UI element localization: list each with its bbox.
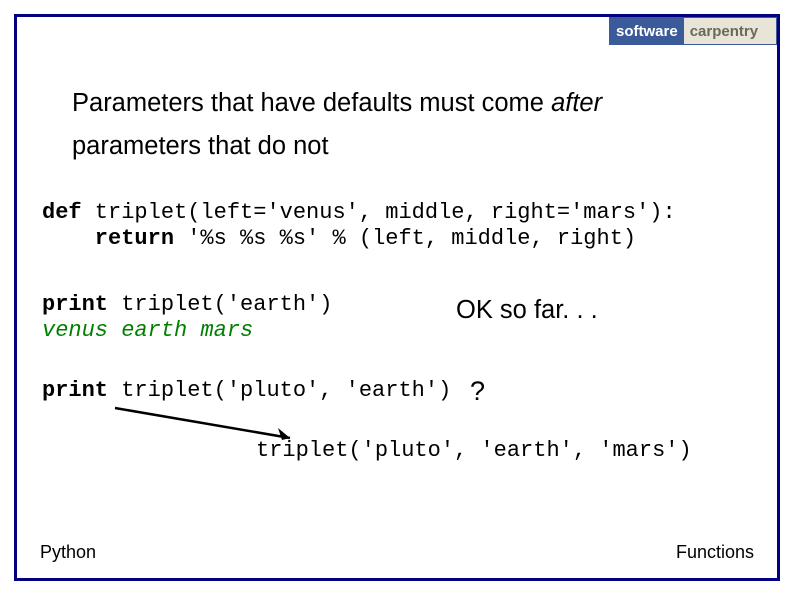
code-def-block: def triplet(left='venus', middle, right=… xyxy=(42,200,676,252)
logo-left-text: software xyxy=(610,18,684,44)
return-rest: '%s %s %s' % (left, middle, right) xyxy=(174,226,636,251)
software-carpentry-logo: software carpentry xyxy=(609,17,777,45)
heading-italic: after xyxy=(551,89,602,117)
footer-right: Functions xyxy=(676,542,754,563)
ok-annotation: OK so far. . . xyxy=(456,296,598,325)
code-print1-block: print triplet('earth') venus earth mars xyxy=(42,292,332,344)
heading-part2: parameters that do not xyxy=(72,132,329,160)
logo-right-text: carpentry xyxy=(684,18,776,44)
print1-keyword: print xyxy=(42,292,108,317)
code-triplet-call: triplet('pluto', 'earth', 'mars') xyxy=(256,438,692,464)
return-keyword: return xyxy=(42,226,174,251)
footer-left: Python xyxy=(40,542,96,563)
print1-rest: triplet('earth') xyxy=(108,292,332,317)
output1: venus earth mars xyxy=(42,318,253,343)
heading-part1: Parameters that have defaults must come xyxy=(72,89,551,117)
slide-heading: Parameters that have defaults must come … xyxy=(72,82,754,169)
question-mark: ? xyxy=(470,376,485,407)
print2-keyword: print xyxy=(42,378,108,403)
def-keyword: def xyxy=(42,200,82,225)
def-rest: triplet(left='venus', middle, right='mar… xyxy=(82,200,676,225)
